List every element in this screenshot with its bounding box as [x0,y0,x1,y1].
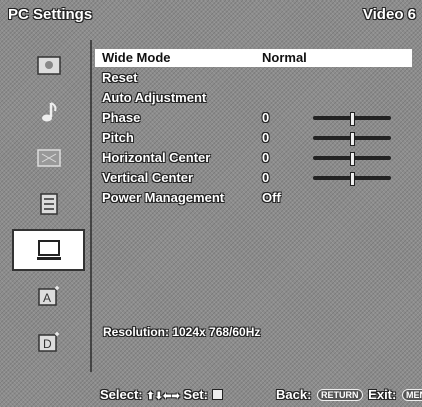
arrow-keys-icon: ⬆⬇⬅➡ [146,391,180,402]
menu-row-label: Reset [102,70,138,85]
phase-slider[interactable] [313,112,391,126]
menu-row-power-management[interactable]: Power Management Off [95,189,412,207]
menu-row-label: Horizontal Center [102,150,211,165]
menu-row-label: Power Management [102,190,225,205]
horizontal-center-slider[interactable] [313,152,391,166]
sidebar-item-setup[interactable] [14,185,83,223]
screen-icon [37,149,61,167]
menu-row-value: 0 [262,170,270,185]
menu-row-vertical-center[interactable]: Vertical Center 0 [95,169,412,187]
slider-knob[interactable] [349,132,355,146]
sound-icon [42,102,57,122]
sidebar-item-screen[interactable] [14,139,83,177]
resolution-readout: Resolution: 1024x 768/60Hz [103,325,261,339]
menu-row-phase[interactable]: Phase 0 [95,109,412,127]
footer-hints: Select: ⬆⬇⬅➡ Set: Back: RETURN Exit: MEN… [0,382,422,407]
sidebar: A D [10,40,87,372]
sidebar-item-sound[interactable] [14,93,83,131]
menu-row-value: 0 [262,110,270,125]
back-hint-label: Back: [276,387,312,402]
sidebar-item-pc[interactable] [14,231,83,269]
select-hint-label: Select: [100,387,143,402]
enter-key-icon [211,389,223,400]
menu-row-label: Vertical Center [102,170,194,185]
menu-row-value: Off [262,190,281,205]
select-hint: Select: ⬆⬇⬅➡ Set: [100,387,223,402]
slider-knob[interactable] [349,152,355,166]
svg-text:D: D [43,337,52,351]
svg-text:A: A [43,291,51,305]
menu-row-label: Wide Mode [102,50,171,65]
menu-row-auto-adjustment[interactable]: Auto Adjustment [95,89,412,107]
set-hint-label: Set: [183,387,208,402]
menu-row-horizontal-center[interactable]: Horizontal Center 0 [95,149,412,167]
menu-row-wide-mode[interactable]: Wide Mode Normal [95,49,412,67]
language-icon: A [38,286,59,306]
menu-row-label: Pitch [102,130,134,145]
slider-knob[interactable] [349,172,355,186]
menu-key-icon: MENU [401,389,422,401]
slider-knob[interactable] [349,112,355,126]
info-icon: D [38,332,59,352]
sidebar-item-picture[interactable] [14,47,83,85]
back-exit-hint: Back: RETURN Exit: MENU [276,387,422,402]
sidebar-item-info[interactable]: D [14,323,83,361]
vertical-center-slider[interactable] [313,172,391,186]
menu-title: PC Settings [8,6,93,23]
pc-icon [37,240,61,260]
menu-row-label: Phase [102,110,141,125]
header-bar: PC Settings Video 6 [0,0,422,36]
menu-row-value: 0 [262,130,270,145]
pitch-slider[interactable] [313,132,391,146]
setup-icon [40,193,58,215]
menu-row-label: Auto Adjustment [102,90,207,105]
sidebar-divider [90,40,92,372]
menu-row-value: Normal [262,50,307,65]
menu-row-pitch[interactable]: Pitch 0 [95,129,412,147]
sidebar-item-language[interactable]: A [14,277,83,315]
settings-menu: Wide Mode Normal Reset Auto Adjustment P… [95,49,412,209]
return-key-icon: RETURN [317,389,363,401]
input-source-label: Video 6 [362,6,416,23]
picture-icon [37,56,61,75]
menu-row-reset[interactable]: Reset [95,69,412,87]
menu-row-value: 0 [262,150,270,165]
exit-hint-label: Exit: [368,387,397,402]
